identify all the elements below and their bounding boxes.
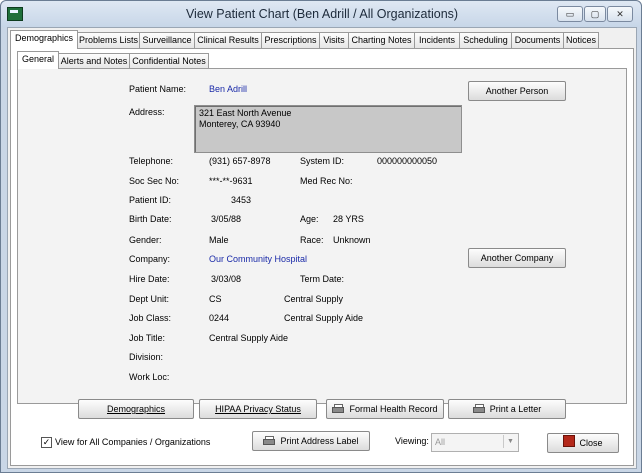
chevron-down-icon: ▼ xyxy=(503,435,517,448)
another-company-button[interactable]: Another Company xyxy=(468,248,566,268)
printer-icon xyxy=(332,404,345,413)
patient-id-label: Patient ID: xyxy=(129,195,172,205)
birth-date-value: 3/05/88 xyxy=(211,214,242,224)
minimize-button[interactable]: ▭ xyxy=(557,6,583,22)
subtab-confidential-notes[interactable]: Confidential Notes xyxy=(129,53,209,68)
patient-name-label: Patient Name: xyxy=(129,84,187,94)
tab-prescriptions[interactable]: Prescriptions xyxy=(261,32,320,48)
print-address-label-button[interactable]: Print Address Label xyxy=(252,431,370,451)
ssn-label: Soc Sec No: xyxy=(129,176,180,186)
tab-clinical-results[interactable]: Clinical Results xyxy=(194,32,262,48)
dept-code-value: CS xyxy=(209,294,222,304)
ssn-value: ***-**-9631 xyxy=(209,176,253,186)
minimize-icon: ▭ xyxy=(565,9,575,19)
company-value: Our Community Hospital xyxy=(209,254,308,264)
tab-charting-notes[interactable]: Charting Notes xyxy=(348,32,415,48)
address-line1: 321 East North Avenue xyxy=(199,108,292,118)
tab-documents[interactable]: Documents xyxy=(511,32,564,48)
close-button[interactable]: Close xyxy=(547,433,619,453)
formal-health-record-label: Formal Health Record xyxy=(349,404,438,414)
tab-surveillance[interactable]: Surveillance xyxy=(139,32,195,48)
close-button-label: Close xyxy=(579,438,603,448)
tab-demographics[interactable]: Demographics xyxy=(10,30,78,49)
age-value: 28 YRS xyxy=(333,214,364,224)
hipaa-privacy-status-button[interactable]: HIPAA Privacy Status xyxy=(199,399,317,419)
hipaa-button-label: HIPAA Privacy Status xyxy=(215,404,301,414)
print-address-label-text: Print Address Label xyxy=(280,436,359,446)
system-id-label: System ID: xyxy=(300,156,345,166)
close-icon: ✕ xyxy=(616,9,624,19)
view-all-label: View for All Companies / Organizations xyxy=(55,437,211,447)
close-door-icon xyxy=(563,435,576,447)
term-date-label: Term Date: xyxy=(300,274,345,284)
hire-date-label: Hire Date: xyxy=(129,274,170,284)
subtab-general[interactable]: General xyxy=(17,51,59,69)
company-label: Company: xyxy=(129,254,171,264)
race-label: Race: xyxy=(300,235,324,245)
viewing-label: Viewing: xyxy=(395,436,429,446)
gender-value: Male xyxy=(209,235,229,245)
age-label: Age: xyxy=(300,214,319,224)
print-letter-button[interactable]: Print a Letter xyxy=(448,399,566,419)
demographics-button-label: Demographics xyxy=(106,404,166,414)
printer-icon xyxy=(263,436,276,445)
viewing-select[interactable]: All ▼ xyxy=(431,433,519,452)
system-id-value: 000000000050 xyxy=(377,156,438,166)
birth-date-label: Birth Date: xyxy=(129,214,172,224)
maximize-icon: ▢ xyxy=(590,9,600,19)
patient-chart-window: View Patient Chart (Ben Adrill / All Org… xyxy=(0,0,642,473)
tab-incidents[interactable]: Incidents xyxy=(414,32,460,48)
address-line2: Monterey, CA 93940 xyxy=(199,119,281,129)
window-title: View Patient Chart (Ben Adrill / All Org… xyxy=(185,7,459,21)
job-title-value: Central Supply Aide xyxy=(209,333,289,343)
another-person-button[interactable]: Another Person xyxy=(468,81,566,101)
viewing-select-value: All xyxy=(435,437,446,447)
med-rec-label: Med Rec No: xyxy=(300,176,353,186)
hire-date-value: 3/03/08 xyxy=(211,274,242,284)
maximize-button[interactable]: ▢ xyxy=(584,6,606,22)
race-value: Unknown xyxy=(333,235,371,245)
job-class-label: Job Class: xyxy=(129,313,172,323)
address-field[interactable]: 321 East North Avenue Monterey, CA 93940 xyxy=(194,105,462,153)
telephone-label: Telephone: xyxy=(129,156,174,166)
title-bar[interactable]: View Patient Chart (Ben Adrill / All Org… xyxy=(1,1,641,27)
work-loc-label: Work Loc: xyxy=(129,372,170,382)
dept-name-value: Central Supply xyxy=(284,294,344,304)
gender-label: Gender: xyxy=(129,235,162,245)
tab-problems-lists[interactable]: Problems Lists xyxy=(77,32,140,48)
subtab-alerts-and-notes[interactable]: Alerts and Notes xyxy=(58,53,130,68)
close-window-button[interactable]: ✕ xyxy=(607,6,633,22)
telephone-value: (931) 657-8978 xyxy=(209,156,271,166)
patient-id-value: 3453 xyxy=(231,195,252,205)
view-all-checkbox[interactable]: ✓ xyxy=(41,437,52,448)
job-title-label: Job Title: xyxy=(129,333,166,343)
dept-unit-label: Dept Unit: xyxy=(129,294,170,304)
tab-notices[interactable]: Notices xyxy=(563,32,599,48)
printer-icon xyxy=(472,404,485,413)
print-letter-label: Print a Letter xyxy=(489,404,542,414)
patient-name-value: Ben Adrill xyxy=(209,84,248,94)
job-class-name-value: Central Supply Aide xyxy=(284,313,364,323)
tab-scheduling[interactable]: Scheduling xyxy=(459,32,512,48)
tab-visits[interactable]: Visits xyxy=(319,32,349,48)
division-label: Division: xyxy=(129,352,164,362)
demographics-button[interactable]: Demographics xyxy=(78,399,194,419)
job-class-code-value: 0244 xyxy=(209,313,230,323)
formal-health-record-button[interactable]: Formal Health Record xyxy=(326,399,444,419)
address-label: Address: xyxy=(129,107,165,117)
